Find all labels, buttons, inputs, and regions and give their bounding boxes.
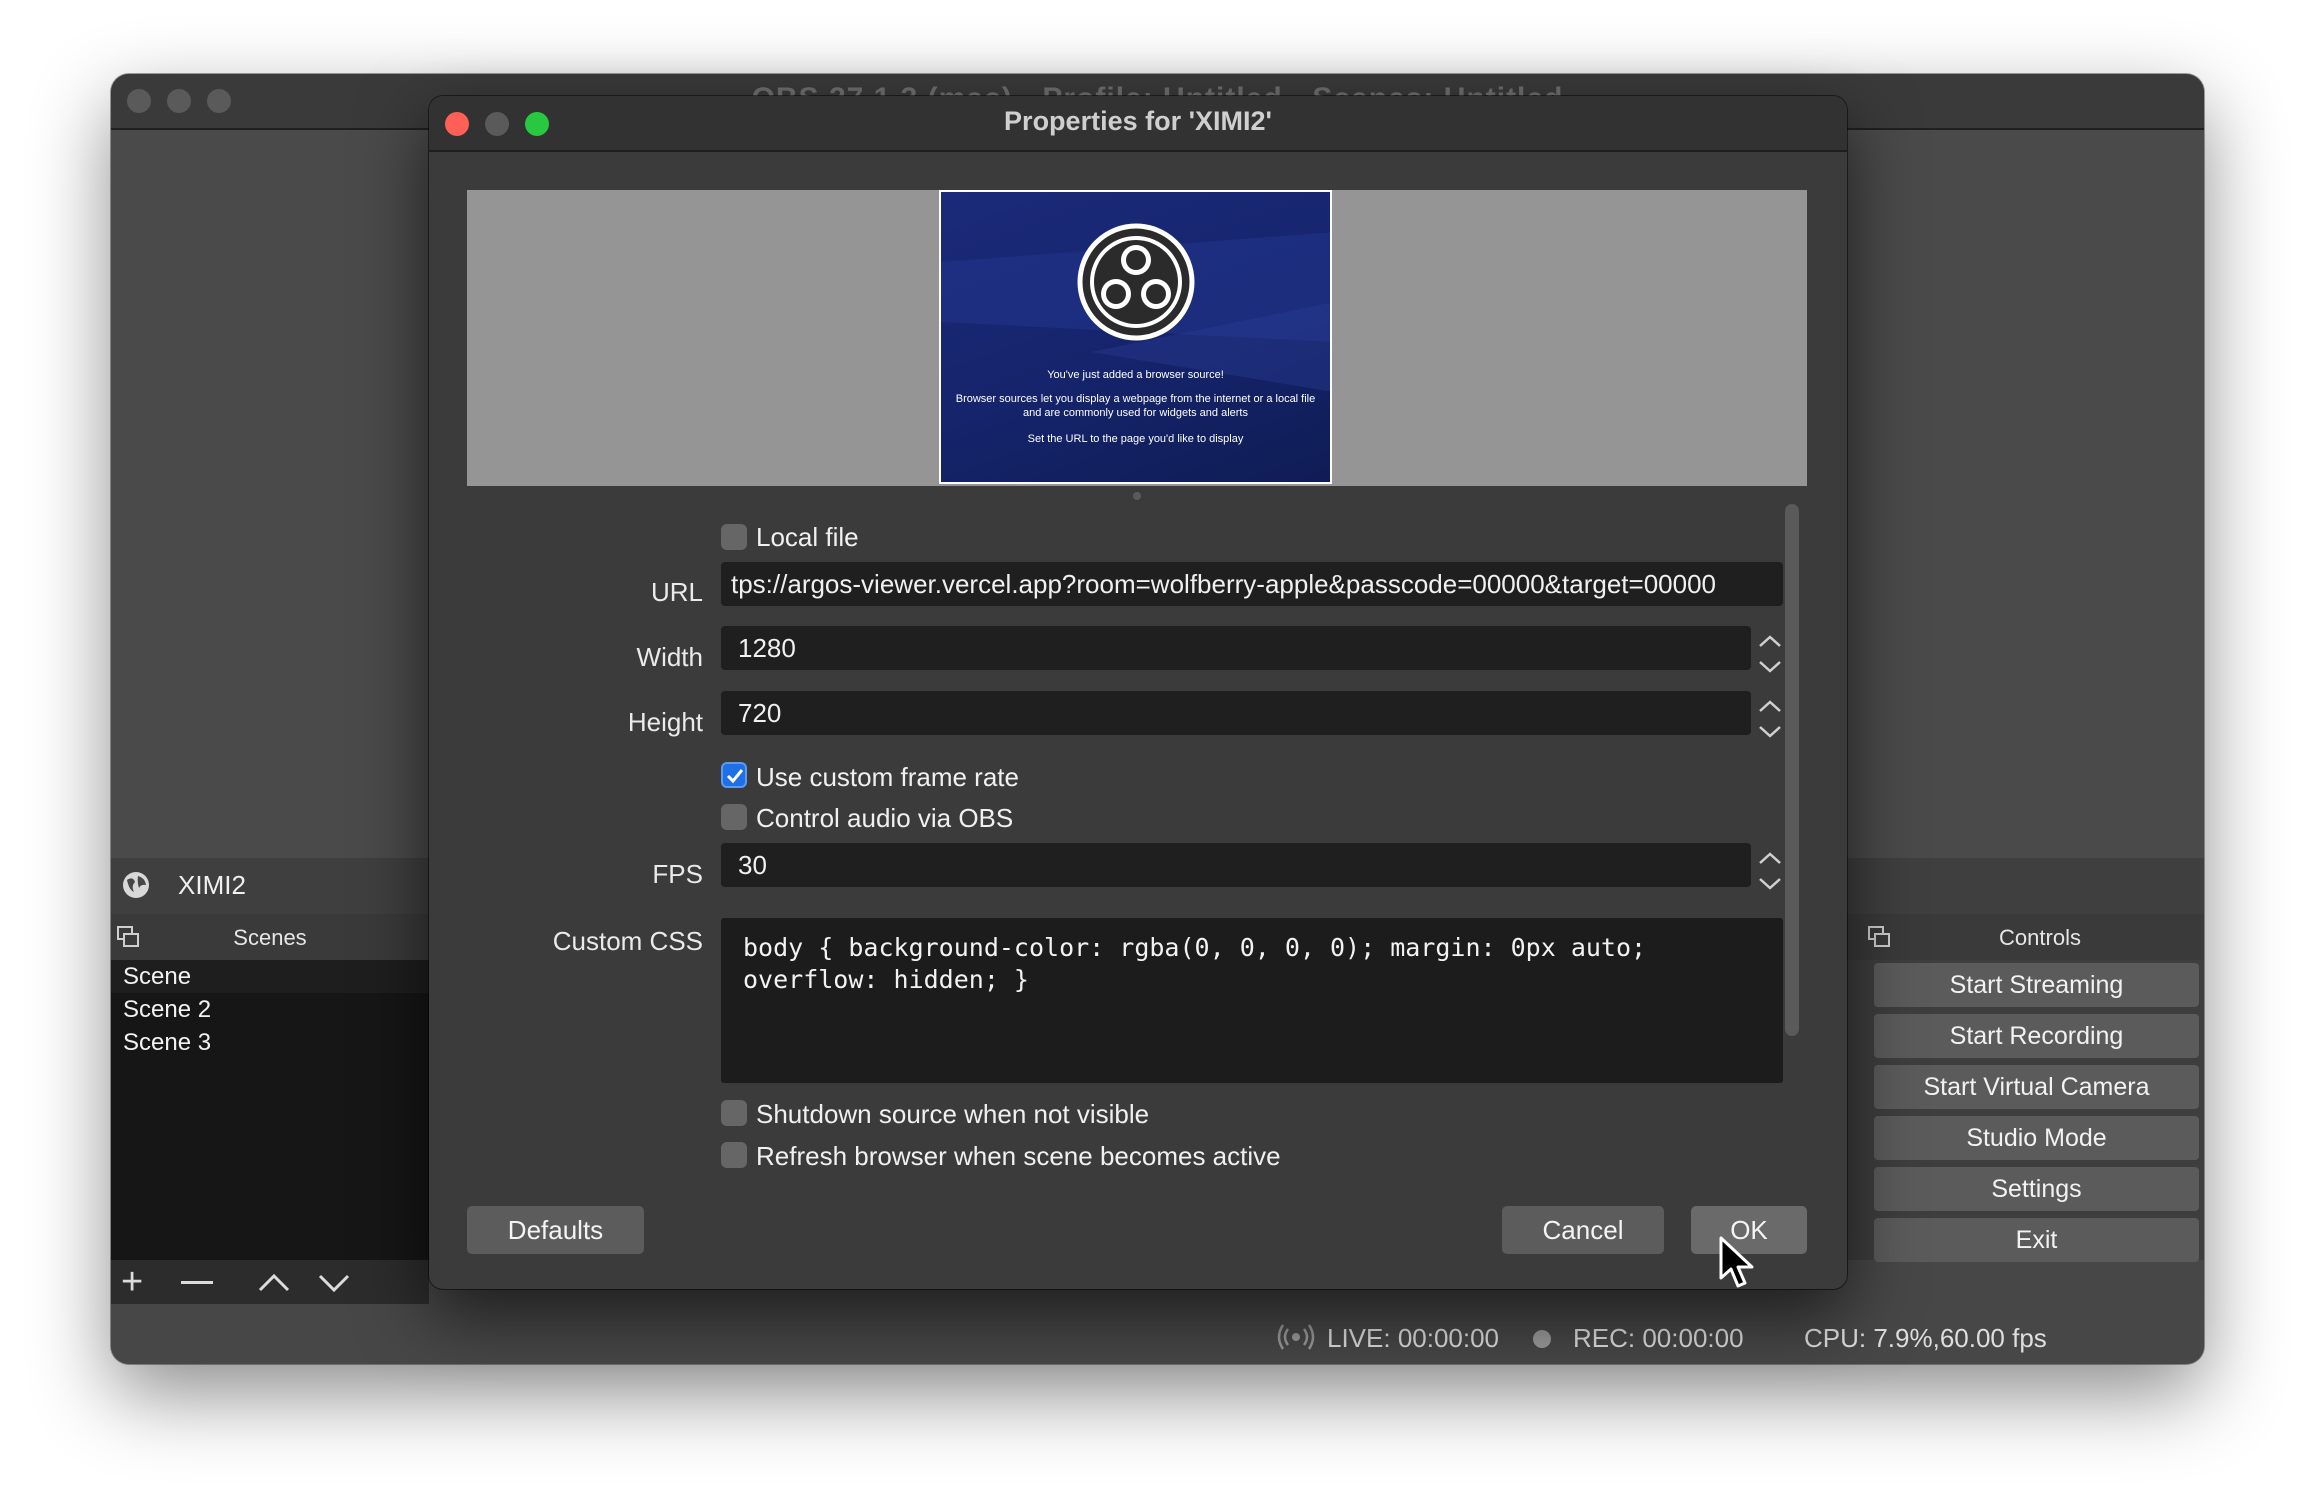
fps-stepper[interactable] — [1755, 849, 1785, 893]
dialog-title: Properties for 'XIMI2' — [1004, 106, 1272, 136]
scenes-title: Scenes — [233, 925, 307, 950]
url-input[interactable]: tps://argos-viewer.vercel.app?room=wolfb… — [721, 562, 1783, 606]
scene-item[interactable]: Scene 3 — [111, 1026, 429, 1059]
custom-css-label: Custom CSS — [552, 926, 703, 956]
fps-label: FPS — [652, 859, 703, 889]
cpu-fps-readout: CPU: 7.9%,60.00 fps — [1804, 1323, 2047, 1353]
chevron-up-icon[interactable] — [257, 1268, 291, 1296]
obs-logo-icon — [1077, 223, 1195, 341]
checkmark-icon — [726, 769, 744, 784]
remove-scene-button[interactable] — [181, 1281, 213, 1284]
shutdown-label: Shutdown source when not visible — [756, 1099, 1150, 1129]
scenes-list: Scene Scene 2 Scene 3 — [111, 960, 429, 1260]
controls-dock-header: Controls — [1846, 914, 2204, 960]
globe-icon — [123, 872, 149, 898]
exit-button[interactable]: Exit — [1874, 1218, 2199, 1262]
start-streaming-button[interactable]: Start Streaming — [1874, 963, 2199, 1007]
mouse-pointer-icon — [1719, 1236, 1754, 1288]
source-name: XIMI2 — [178, 870, 246, 900]
width-input[interactable]: 1280 — [721, 626, 1751, 670]
local-file-checkbox[interactable] — [721, 524, 747, 550]
scrollbar[interactable] — [1785, 504, 1799, 1036]
control-audio-label: Control audio via OBS — [756, 803, 1014, 833]
live-timer: LIVE: 00:00:00 — [1327, 1323, 1500, 1353]
scenes-toolbar: + — [111, 1260, 429, 1304]
custom-frame-rate-checkbox[interactable] — [721, 762, 747, 788]
source-toolbar: XIMI2 — [111, 858, 429, 914]
scene-item[interactable]: Scene — [111, 960, 429, 993]
controls-title: Controls — [1999, 925, 2081, 950]
thumbnail-instruction: Set the URL to the page you'd like to di… — [1027, 433, 1244, 445]
thumbnail-heading: You've just added a browser source! — [1047, 369, 1224, 381]
defaults-button[interactable]: Defaults — [467, 1206, 644, 1254]
rec-timer: REC: 00:00:00 — [1573, 1323, 1744, 1353]
studio-mode-button[interactable]: Studio Mode — [1874, 1116, 2199, 1160]
thumbnail-description: Browser sources let you display a webpag… — [955, 393, 1316, 419]
refresh-label: Refresh browser when scene becomes activ… — [756, 1141, 1281, 1171]
fps-input[interactable]: 30 — [721, 843, 1751, 887]
control-audio-checkbox[interactable] — [721, 804, 747, 830]
settings-button[interactable]: Settings — [1874, 1167, 2199, 1211]
url-label: URL — [650, 577, 703, 607]
broadcast-icon — [1277, 1324, 1315, 1350]
local-file-label: Local file — [756, 522, 859, 552]
record-dot-icon — [1533, 1330, 1551, 1348]
browser-source-thumbnail: You've just added a browser source! Brow… — [939, 190, 1332, 484]
add-scene-button[interactable]: + — [121, 1263, 143, 1301]
dialog-titlebar: Properties for 'XIMI2' — [429, 96, 1847, 152]
splitter-handle[interactable] — [1133, 492, 1141, 500]
shutdown-checkbox[interactable] — [721, 1100, 747, 1126]
source-preview: You've just added a browser source! Brow… — [467, 190, 1807, 486]
properties-dialog: Properties for 'XIMI2' You've just added… — [429, 96, 1847, 1289]
scene-item[interactable]: Scene 2 — [111, 993, 429, 1026]
start-recording-button[interactable]: Start Recording — [1874, 1014, 2199, 1058]
source-toolbar-right — [1846, 858, 2204, 914]
custom-frame-rate-label: Use custom frame rate — [756, 762, 1019, 792]
custom-css-textarea[interactable]: body { background-color: rgba(0, 0, 0, 0… — [721, 918, 1783, 1083]
cancel-button[interactable]: Cancel — [1502, 1206, 1664, 1254]
height-input[interactable]: 720 — [721, 691, 1751, 735]
refresh-checkbox[interactable] — [721, 1142, 747, 1168]
scenes-dock-header: Scenes — [111, 914, 429, 960]
chevron-down-icon[interactable] — [317, 1268, 351, 1296]
height-label: Height — [627, 707, 703, 737]
width-stepper[interactable] — [1755, 632, 1785, 676]
start-virtual-camera-button[interactable]: Start Virtual Camera — [1874, 1065, 2199, 1109]
width-label: Width — [636, 642, 703, 672]
height-stepper[interactable] — [1755, 697, 1785, 741]
